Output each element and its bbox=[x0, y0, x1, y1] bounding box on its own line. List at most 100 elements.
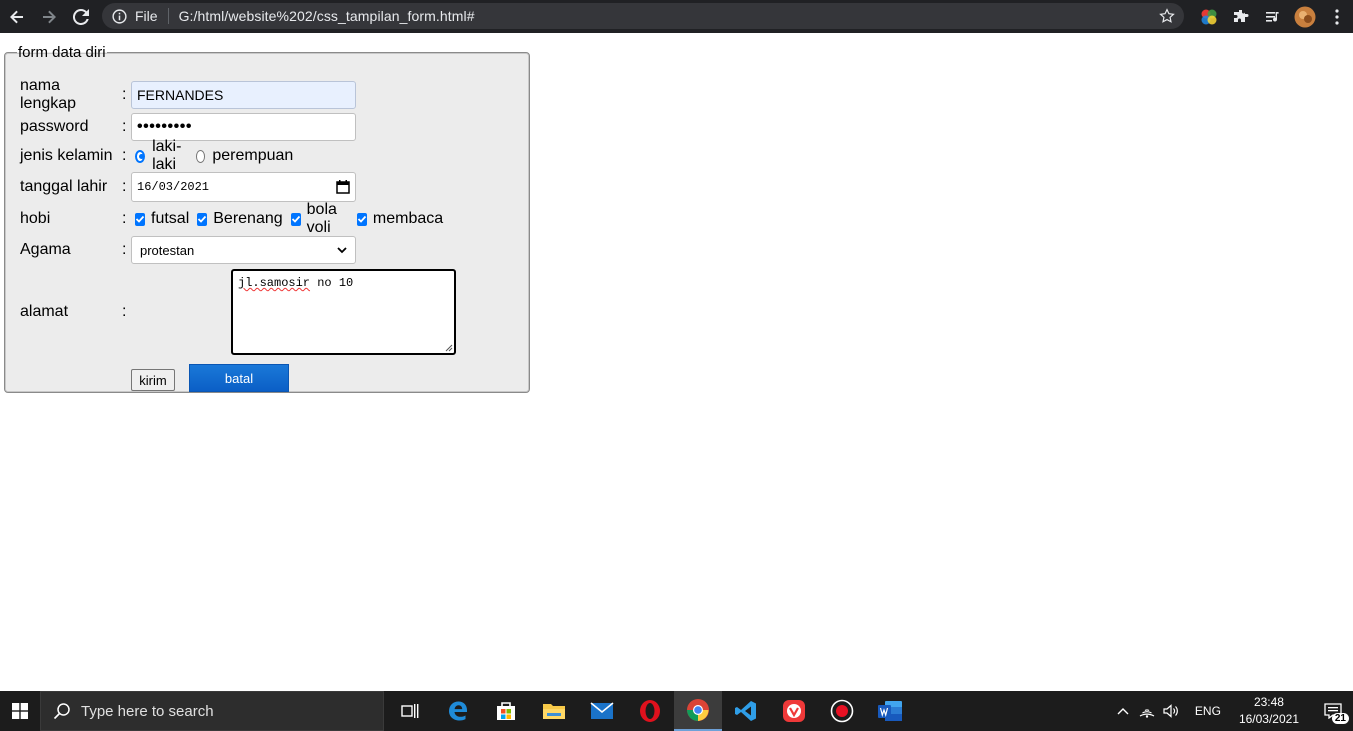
chevron-up-icon[interactable] bbox=[1111, 707, 1135, 715]
alamat-label: alamat bbox=[20, 303, 69, 320]
hobi-options: futsal Berenang bola voli membaca bbox=[135, 201, 451, 237]
chrome-menu-icon[interactable] bbox=[1321, 0, 1353, 33]
file-scheme-label: File bbox=[135, 8, 158, 24]
windows-logo-icon bbox=[12, 703, 28, 719]
radio-perempuan[interactable] bbox=[195, 149, 206, 163]
kirim-button[interactable]: kirim bbox=[131, 369, 175, 391]
row-nama-lengkap: nama lengkap : FERNANDES bbox=[20, 77, 356, 112]
recorder-icon[interactable] bbox=[818, 691, 866, 731]
chevron-down-icon bbox=[337, 247, 347, 254]
resize-handle-icon[interactable] bbox=[445, 344, 453, 352]
arrow-left-icon bbox=[10, 10, 23, 23]
membaca-label: membaca bbox=[372, 210, 444, 227]
colon: : bbox=[122, 241, 127, 258]
extensions-area bbox=[1193, 0, 1353, 33]
alamat-text-misspelled: jl.samosir bbox=[238, 276, 311, 290]
start-button[interactable] bbox=[0, 691, 40, 731]
tanggal-lahir-label: tanggal lahir bbox=[20, 178, 108, 195]
alamat-textarea[interactable]: jl.samosir no 10 bbox=[231, 269, 456, 355]
row-jenis-kelamin: jenis kelamin : laki-laki perempuan bbox=[20, 138, 293, 173]
vivaldi-icon[interactable] bbox=[770, 691, 818, 731]
nama-lengkap-input[interactable]: FERNANDES bbox=[131, 81, 356, 109]
browser-toolbar: File G:/html/website%202/css_tampilan_fo… bbox=[0, 0, 1353, 33]
chrome-icon[interactable] bbox=[674, 691, 722, 731]
puzzle-extensions-icon[interactable] bbox=[1225, 0, 1257, 33]
row-hobi: hobi : futsal Berenang bola voli membaca bbox=[20, 201, 443, 236]
color-picker-extension-icon[interactable] bbox=[1193, 0, 1225, 33]
profile-avatar[interactable] bbox=[1289, 0, 1321, 33]
info-icon[interactable] bbox=[111, 8, 127, 24]
row-alamat: alamat : jl.samosir no 10 bbox=[20, 269, 456, 355]
arrow-right-icon bbox=[43, 10, 56, 23]
task-view-icon[interactable] bbox=[386, 691, 434, 731]
gender-options: laki-laki perempuan bbox=[135, 138, 301, 174]
search-placeholder: Type here to search bbox=[81, 702, 214, 720]
windows-taskbar: Type here to search ENG 23:48 16/03/2021… bbox=[0, 691, 1353, 731]
wifi-icon[interactable] bbox=[1135, 704, 1159, 718]
bookmark-star-icon[interactable] bbox=[1158, 7, 1176, 25]
store-icon[interactable] bbox=[482, 691, 530, 731]
address-bar[interactable]: File G:/html/website%202/css_tampilan_fo… bbox=[102, 3, 1184, 29]
agama-label: Agama bbox=[20, 241, 71, 258]
row-password: password : ••••••••• bbox=[20, 113, 356, 141]
futsal-label: futsal bbox=[151, 210, 190, 227]
reload-button[interactable] bbox=[66, 2, 96, 32]
berenang-label: Berenang bbox=[213, 210, 283, 227]
colon: : bbox=[122, 210, 127, 227]
form-data-diri: form data diri nama lengkap : FERNANDES … bbox=[4, 44, 530, 393]
url-text: G:/html/website%202/css_tampilan_form.ht… bbox=[178, 8, 475, 24]
agama-selected-value: protestan bbox=[140, 242, 195, 258]
row-agama: Agama : protestan bbox=[20, 235, 356, 265]
colon: : bbox=[122, 178, 127, 195]
edge-icon[interactable] bbox=[434, 691, 482, 731]
date-value: 16/03/2021 bbox=[137, 180, 210, 194]
colon: : bbox=[122, 118, 127, 135]
hobi-label: hobi bbox=[20, 210, 51, 227]
media-control-icon[interactable] bbox=[1257, 0, 1289, 33]
page-content: form data diri nama lengkap : FERNANDES … bbox=[0, 33, 1353, 691]
back-button[interactable] bbox=[2, 2, 32, 32]
alamat-text-rest: no 10 bbox=[310, 276, 354, 290]
perempuan-label: perempuan bbox=[212, 147, 294, 164]
vscode-icon[interactable] bbox=[722, 691, 770, 731]
row-tanggal-lahir: tanggal lahir : 16/03/2021 bbox=[20, 171, 356, 203]
password-mask: ••••••••• bbox=[137, 118, 192, 135]
checkbox-bola-voli[interactable] bbox=[290, 212, 301, 226]
jenis-kelamin-label: jenis kelamin bbox=[20, 147, 113, 164]
colon: : bbox=[122, 86, 127, 103]
opera-icon[interactable] bbox=[626, 691, 674, 731]
forward-button[interactable] bbox=[34, 2, 64, 32]
system-tray: ENG 23:48 16/03/2021 21 bbox=[1111, 691, 1353, 731]
language-indicator[interactable]: ENG bbox=[1195, 704, 1221, 718]
form-legend: form data diri bbox=[18, 44, 106, 61]
laki-laki-label: laki-laki bbox=[152, 138, 182, 173]
volume-icon[interactable] bbox=[1159, 704, 1183, 718]
clock-date: 16/03/2021 bbox=[1238, 712, 1299, 726]
taskbar-search-box[interactable]: Type here to search bbox=[40, 691, 384, 731]
batal-button[interactable]: batal bbox=[189, 364, 289, 392]
search-icon bbox=[53, 703, 70, 720]
checkbox-berenang[interactable] bbox=[197, 212, 208, 226]
notification-badge: 21 bbox=[1331, 713, 1349, 724]
mail-icon[interactable] bbox=[578, 691, 626, 731]
word-icon[interactable] bbox=[866, 691, 914, 731]
clock-time: 23:48 bbox=[1253, 695, 1284, 709]
clock[interactable]: 23:48 16/03/2021 bbox=[1239, 694, 1299, 728]
password-label: password bbox=[20, 118, 89, 135]
checkmark-icon bbox=[291, 215, 300, 223]
checkmark-icon bbox=[198, 215, 207, 223]
nama-lengkap-label: nama lengkap bbox=[20, 77, 77, 112]
tanggal-lahir-input[interactable]: 16/03/2021 bbox=[131, 172, 356, 202]
notification-center-button[interactable]: 21 bbox=[1313, 691, 1353, 731]
reload-icon bbox=[73, 8, 89, 25]
checkbox-futsal[interactable] bbox=[135, 212, 145, 226]
checkbox-membaca[interactable] bbox=[356, 212, 367, 226]
checkmark-icon bbox=[135, 215, 145, 223]
bola-voli-label: bola voli bbox=[306, 201, 337, 236]
file-explorer-icon[interactable] bbox=[530, 691, 578, 731]
agama-select[interactable]: protestan bbox=[131, 236, 356, 264]
radio-laki-laki[interactable] bbox=[135, 149, 146, 163]
address-separator bbox=[167, 8, 169, 24]
calendar-icon[interactable] bbox=[336, 180, 350, 194]
password-input[interactable]: ••••••••• bbox=[131, 113, 356, 141]
